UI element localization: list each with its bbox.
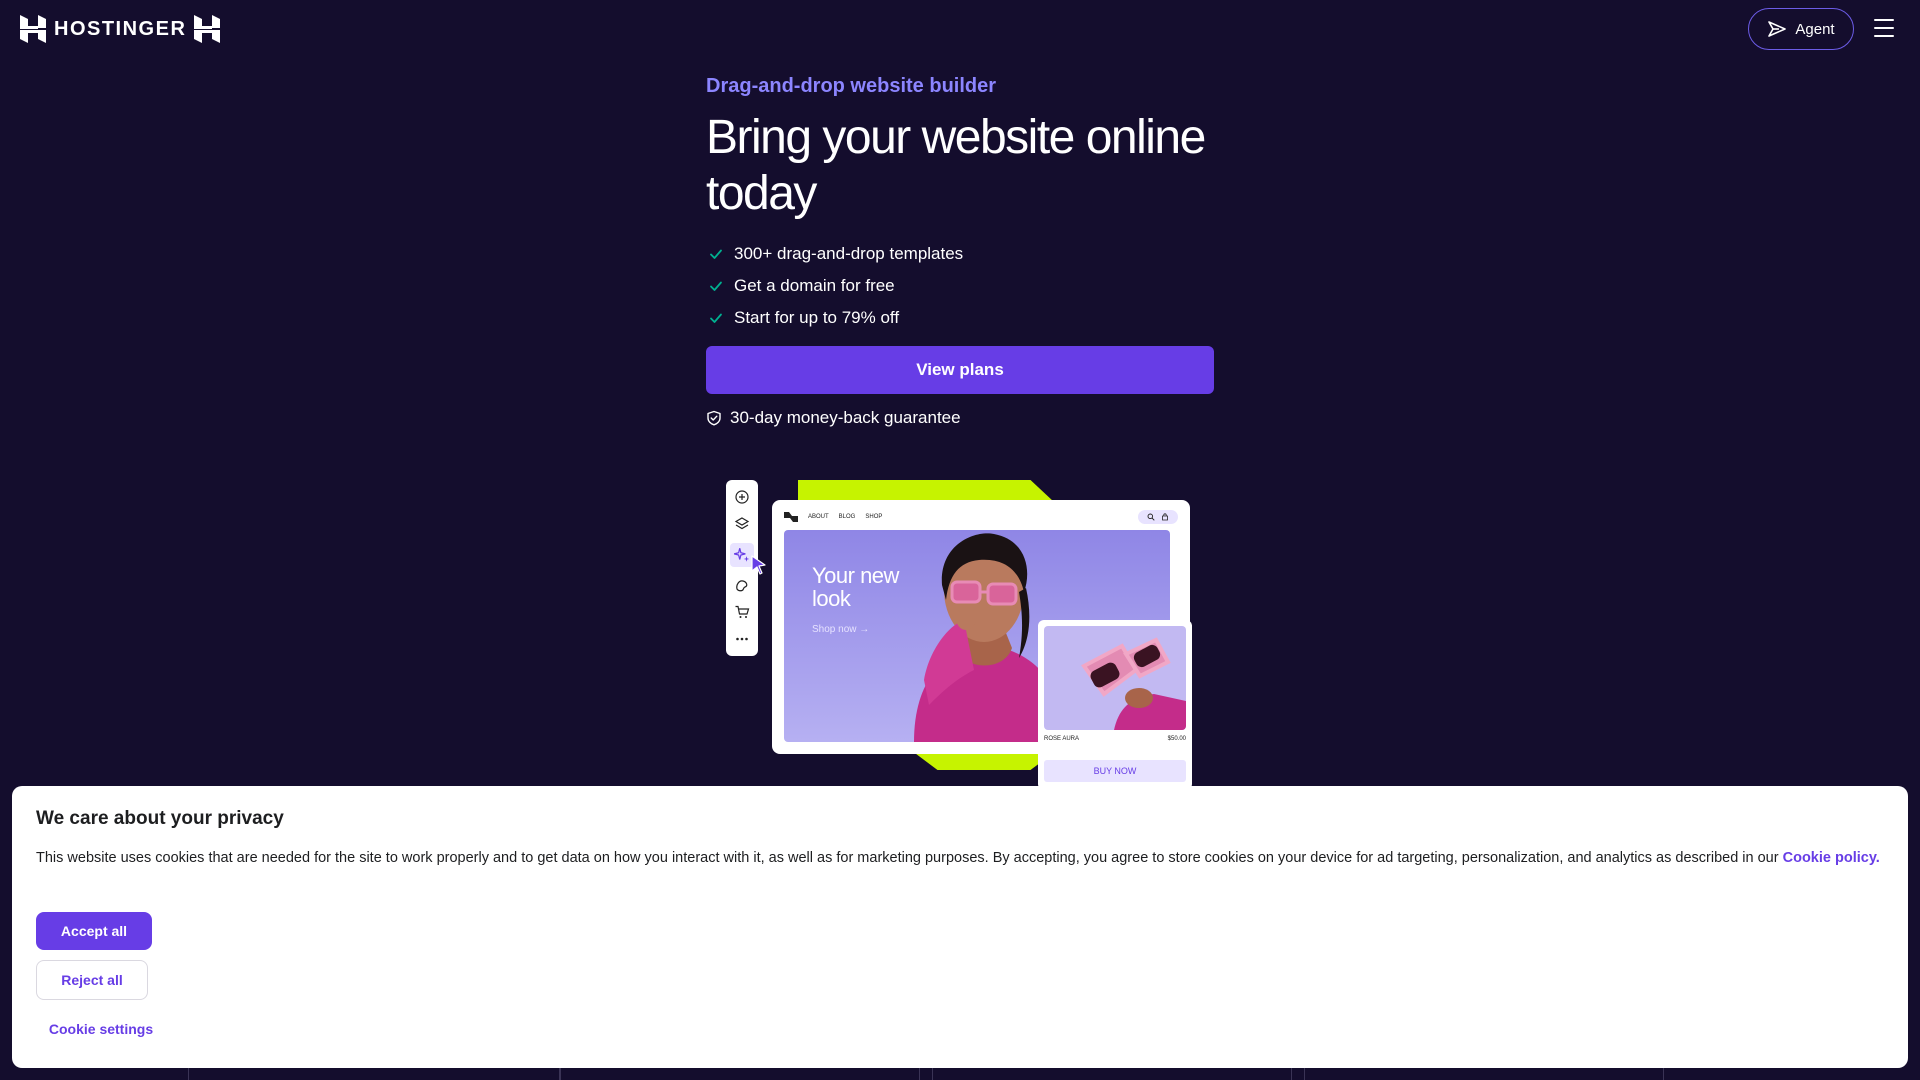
feature-item: Start for up to 79% off: [706, 302, 1216, 334]
cookie-description-text: This website uses cookies that are neede…: [36, 850, 1779, 866]
preview-nav-item: BLOG: [838, 514, 856, 520]
hero-feature-list: 300+ drag-and-drop templates Get a domai…: [706, 238, 1216, 334]
preview-nav-item: SHOP: [865, 514, 883, 520]
preview-hero-link: Shop now →: [812, 624, 870, 635]
hero-title: Bring your website online today: [706, 111, 1206, 220]
palette-icon: [736, 580, 748, 592]
preview-nav: ABOUT BLOG SHOP: [784, 512, 882, 522]
layers-icon: [734, 517, 750, 530]
preview-nav-item: ABOUT: [808, 514, 829, 520]
buy-now-button: BUY NOW: [1044, 760, 1186, 782]
sunglasses-image: [1081, 637, 1186, 730]
card-edge: [560, 1068, 920, 1080]
hostinger-logo-icon: [194, 15, 221, 43]
agent-button[interactable]: Agent: [1748, 8, 1854, 50]
cart-icon: [735, 605, 750, 618]
hostinger-logo-icon: [20, 15, 46, 43]
cursor-pointer-icon: [751, 555, 766, 575]
accept-all-button[interactable]: Accept all: [36, 912, 152, 950]
guarantee-label: 30-day money-back guarantee: [730, 408, 961, 427]
shield-check-icon: [707, 410, 721, 426]
check-icon: [710, 281, 722, 291]
site-header: HOSTINGER Agent: [0, 0, 1920, 58]
card-edge: [188, 1068, 560, 1080]
preview-hero-headline: Your new look: [812, 563, 899, 611]
cookie-consent-banner: We care about your privacy This website …: [12, 786, 1908, 1068]
cookie-settings-button[interactable]: Cookie settings: [36, 1010, 166, 1048]
bag-icon: [1162, 513, 1168, 521]
hero-section: Drag-and-drop website builder Bring your…: [706, 72, 1216, 430]
feature-item-label: Start for up to 79% off: [734, 308, 900, 327]
agent-spark-icon: [1768, 21, 1787, 37]
product-name: ROSE AURA: [1044, 736, 1080, 742]
money-back-guarantee: 30-day money-back guarantee: [706, 406, 1216, 430]
add-circle-icon: [735, 490, 749, 504]
feature-item-label: 300+ drag-and-drop templates: [734, 244, 964, 263]
preview-logo-icon: [784, 512, 798, 522]
hamburger-menu-icon[interactable]: [1874, 18, 1894, 38]
cookie-title: We care about your privacy: [36, 808, 284, 829]
reject-all-button[interactable]: Reject all: [36, 960, 148, 1000]
agent-button-label: Agent: [1795, 20, 1835, 38]
feature-item-label: Get a domain for free: [734, 276, 895, 295]
builder-illustration: ABOUT BLOG SHOP Your new look Shop now →…: [706, 478, 1206, 790]
more-dots-icon: [736, 637, 748, 640]
cookie-description: This website uses cookies that are neede…: [36, 848, 1886, 868]
view-plans-button[interactable]: View plans: [706, 346, 1214, 394]
card-edge: [1304, 1068, 1664, 1080]
search-icon: [1147, 513, 1155, 521]
brand-logo[interactable]: HOSTINGER: [20, 15, 221, 43]
feature-item: 300+ drag-and-drop templates: [706, 238, 1216, 270]
cookie-policy-link[interactable]: Cookie policy.: [1783, 850, 1880, 866]
product-price: $50.00: [1167, 736, 1186, 742]
check-icon: [710, 249, 722, 259]
check-icon: [710, 313, 722, 323]
product-card: ROSE AURA $50.00 BUY NOW: [1038, 620, 1192, 790]
feature-item: Get a domain for free: [706, 270, 1216, 302]
card-edge: [932, 1068, 1292, 1080]
brand-name: HOSTINGER: [54, 17, 187, 40]
product-image: [1044, 626, 1186, 730]
hero-eyebrow: Drag-and-drop website builder: [706, 75, 997, 97]
preview-actions: [1138, 510, 1178, 524]
